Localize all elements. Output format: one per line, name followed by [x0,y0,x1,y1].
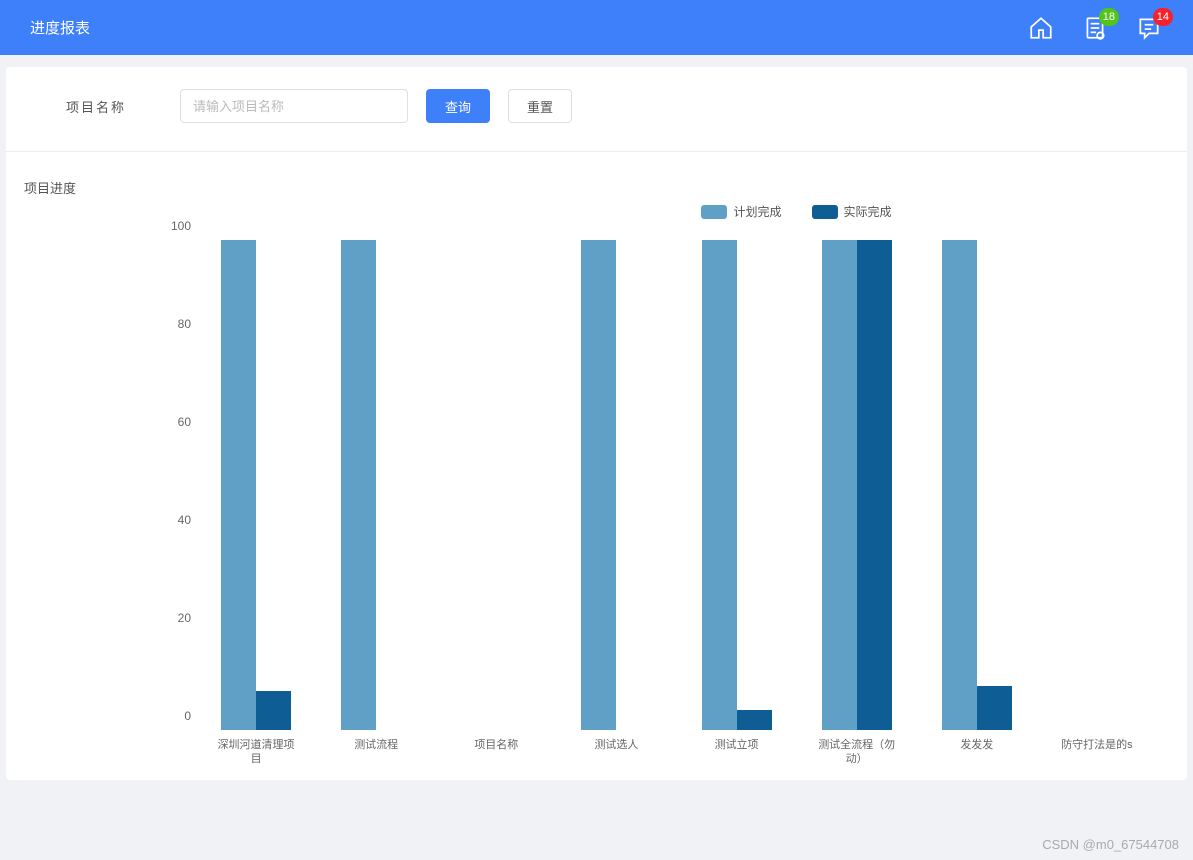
legend-label-actual: 实际完成 [844,203,892,220]
category-group: 发发发 [942,240,1012,730]
watermark: CSDN @m0_67544708 [1042,837,1179,852]
category-group: 测试全流程（勿动） [822,240,892,730]
x-label: 项目名称 [454,738,538,752]
chart-container: 计划完成 实际完成 020406080100深圳河道清理项目测试流程项目名称测试… [6,197,1187,780]
category-group: 测试流程 [341,240,411,730]
home-icon[interactable] [1027,14,1055,42]
y-tick: 100 [156,219,191,233]
legend-swatch-actual [812,205,838,219]
docs-badge: 18 [1099,8,1119,26]
x-label: 测试流程 [334,738,418,752]
bar-plan[interactable] [942,240,977,730]
legend-item-actual[interactable]: 实际完成 [812,203,892,220]
header-icon-group: 18 14 [1027,14,1163,42]
section-title: 项目进度 [6,152,1187,197]
bar-actual[interactable] [737,710,772,730]
y-tick: 20 [156,611,191,625]
bar-actual[interactable] [977,686,1012,730]
project-name-input[interactable] [180,89,408,123]
y-tick: 0 [156,709,191,723]
category-group: 深圳河道清理项目 [221,240,291,730]
x-label: 防守打法是的s [1055,738,1139,752]
search-button[interactable]: 查询 [426,89,490,123]
main-panel: 项目名称 查询 重置 项目进度 计划完成 实际完成 020406080100深圳… [6,67,1187,780]
bar-actual[interactable] [857,240,892,730]
chart-legend: 计划完成 实际完成 [16,203,1177,220]
y-tick: 60 [156,415,191,429]
filter-bar: 项目名称 查询 重置 [6,67,1187,152]
category-group: 测试选人 [581,240,651,730]
category-group: 防守打法是的s [1062,240,1132,730]
legend-item-plan[interactable]: 计划完成 [701,203,781,220]
x-label: 深圳河道清理项目 [214,738,298,767]
x-label: 测试立项 [695,738,779,752]
bar-plan[interactable] [822,240,857,730]
page-title: 进度报表 [30,17,90,38]
chat-badge: 14 [1153,8,1173,26]
x-label: 发发发 [935,738,1019,752]
legend-label-plan: 计划完成 [733,203,781,220]
y-tick: 80 [156,317,191,331]
bar-actual[interactable] [256,691,291,730]
bar-plan[interactable] [702,240,737,730]
document-icon[interactable]: 18 [1081,14,1109,42]
filter-label: 项目名称 [66,97,126,116]
bar-plan[interactable] [221,240,256,730]
x-label: 测试全流程（勿动） [815,738,899,767]
chart-plot: 020406080100深圳河道清理项目测试流程项目名称测试选人测试立项测试全流… [196,240,1157,730]
chart-area: 020406080100深圳河道清理项目测试流程项目名称测试选人测试立项测试全流… [166,230,1157,770]
legend-swatch-plan [701,205,727,219]
app-header: 进度报表 18 14 [0,0,1193,55]
category-group: 项目名称 [461,240,531,730]
reset-button[interactable]: 重置 [508,89,572,123]
bar-plan[interactable] [581,240,616,730]
x-label: 测试选人 [574,738,658,752]
chat-icon[interactable]: 14 [1135,14,1163,42]
bar-plan[interactable] [341,240,376,730]
category-group: 测试立项 [702,240,772,730]
y-tick: 40 [156,513,191,527]
